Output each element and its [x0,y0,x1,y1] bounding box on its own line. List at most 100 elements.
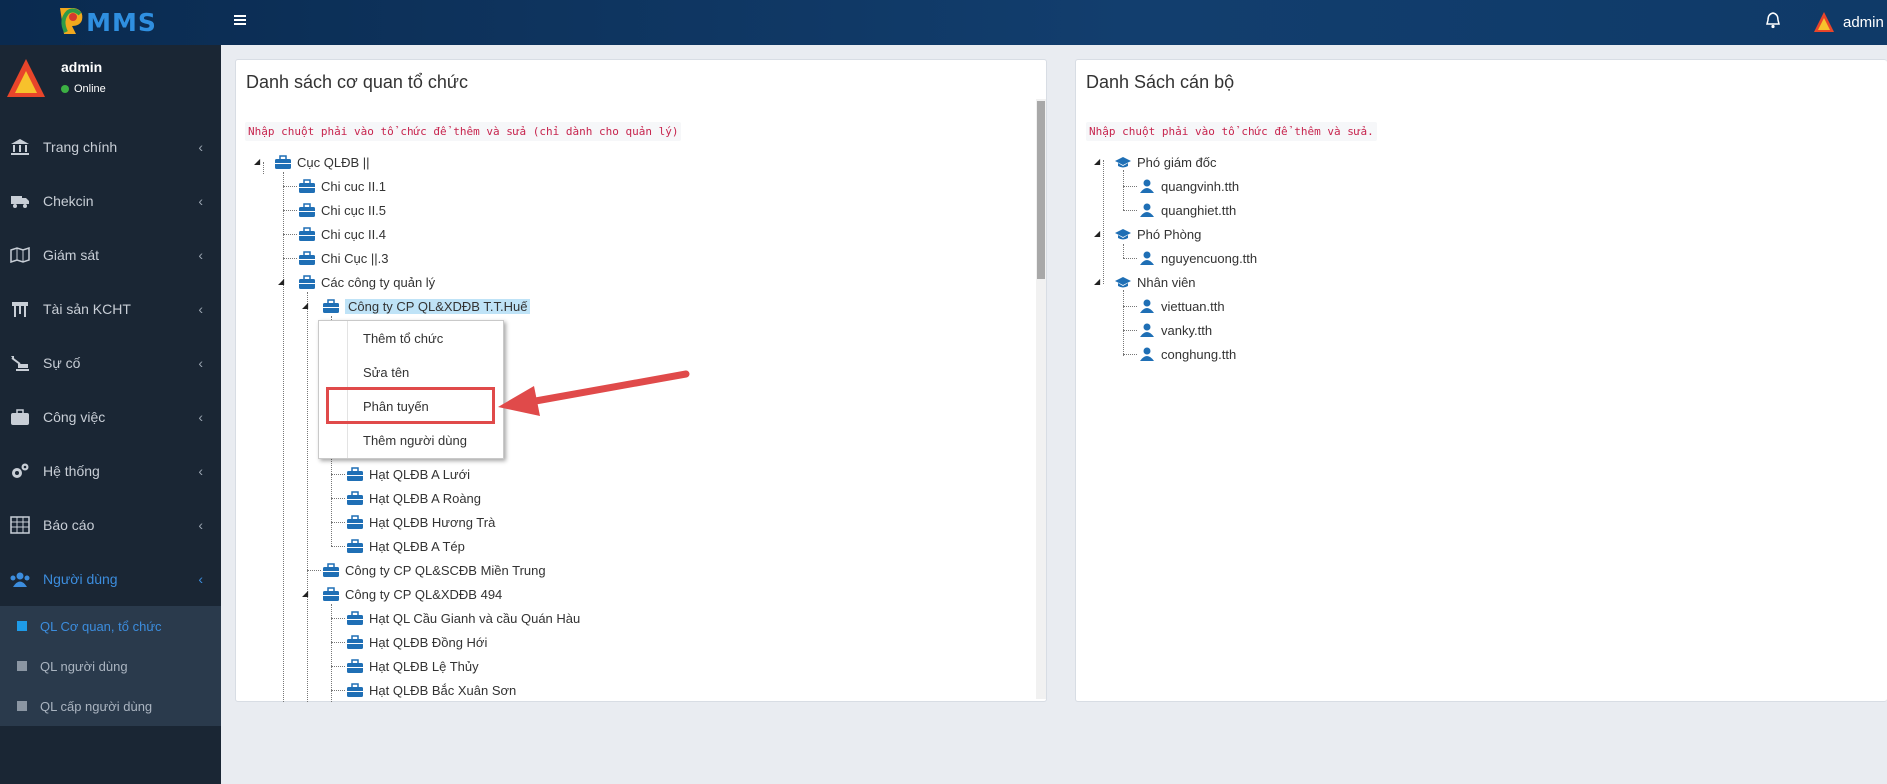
sidebar-user-panel: admin Online [0,45,221,120]
sidebar-item-su-co[interactable]: Sự cố ‹ [0,336,221,390]
sidebar-item-he-thong[interactable]: Hệ thống ‹ [0,444,221,498]
tree-node[interactable]: Chi cục II.5 [299,200,386,220]
briefcase-icon [299,227,315,241]
sidebar-item-trang-chinh[interactable]: Trang chính ‹ [0,120,221,174]
header-username: admin [1843,13,1884,31]
tree-collapse-toggle[interactable]: ◢ [1094,157,1103,166]
context-menu-add-user[interactable]: Thêm người dùng [363,431,467,451]
staff-group[interactable]: Phó Phòng [1115,224,1201,244]
tree-node[interactable]: Công ty CP QL&XDĐB 494 [323,584,502,604]
context-menu-add-org[interactable]: Thêm tổ chức [363,329,443,349]
briefcase-icon [347,539,363,553]
tree-node-selected[interactable]: Công ty CP QL&XDĐB T.T.Huế [323,296,531,316]
table-icon [9,515,31,535]
status-badge: Online [61,83,106,95]
tree-node[interactable]: Hạt QLĐB Đồng Hới [347,632,487,652]
tree-connector [331,474,345,475]
sidebar: admin Online Trang chính ‹ Chekcin ‹ Giá… [0,45,221,784]
tree-node-label: Công ty CP QL&XDĐB 494 [345,586,503,602]
staff-member-label: quanghiet.tth [1161,202,1237,218]
tree-node[interactable]: Hạt QLĐB Hương Trà [347,512,495,532]
tree-connector [1123,244,1124,258]
tree-node-label: Hạt QLĐB A Roàng [369,490,482,506]
sidebar-submenu: QL Cơ quan, tổ chức QL người dùng QL cấp… [0,606,221,726]
tree-connector [1123,258,1137,259]
tree-node-label: Hạt QLĐB A Tép [369,538,465,554]
tree-node-label: Hạt QLĐB Đồng Hới [369,634,488,650]
tree-node-label: Hạt QLĐB Hương Trà [369,514,496,530]
staff-member[interactable]: quangvinh.tth [1139,176,1239,196]
tree-node-label: Chi cục II.5 [321,202,387,218]
tree-connector [331,618,345,619]
tree-node[interactable]: Hạt QLĐB Lệ Thủy [347,656,479,676]
tree-node[interactable]: Hạt QLĐB A Roàng [347,488,481,508]
sidebar-item-giam-sat[interactable]: Giám sát ‹ [0,228,221,282]
tree-node-label: Cục QLĐB || [297,154,370,170]
tree-collapse-toggle[interactable]: ◢ [1094,277,1103,286]
chevron-left-icon: ‹ [198,139,203,155]
briefcase-icon [299,203,315,217]
sidebar-item-tai-san-kcht[interactable]: Tài sản KCHT ‹ [0,282,221,336]
tree-collapse-toggle[interactable]: ◢ [302,301,311,310]
sidebar-subitem-ql-co-quan[interactable]: QL Cơ quan, tổ chức [0,606,221,646]
tree-node-label: Công ty CP QL&SCĐB Miền Trung [345,562,546,578]
org-tree-scrollbar-thumb[interactable] [1037,101,1045,279]
tree-node[interactable]: Các công ty quản lý [299,272,435,292]
staff-member[interactable]: conghung.tth [1139,344,1236,364]
staff-member-label: quangvinh.tth [1161,178,1240,194]
app-logo[interactable]: MMS [0,0,221,45]
staff-member[interactable]: quanghiet.tth [1139,200,1236,220]
chevron-left-icon: ‹ [198,517,203,533]
tree-node[interactable]: Chi Cục ||.3 [299,248,388,268]
tree-node[interactable]: Hạt QLĐB A Tép [347,536,465,556]
tree-node[interactable]: Hạt QL Cầu Gianh và cầu Quán Hàu [347,608,580,628]
staff-panel-hint: Nhập chuột phải vào tổ chức để thêm và s… [1086,122,1377,141]
tree-collapse-toggle[interactable]: ◢ [278,277,287,286]
avatar [7,59,45,97]
chevron-left-icon: ‹ [198,247,203,263]
tree-node-root[interactable]: Cục QLĐB || [275,152,370,172]
top-bar: MMS admin [0,0,1887,45]
tree-node[interactable]: Công ty CP QL&SCĐB Miền Trung [323,560,546,580]
tree-connector [1123,330,1137,331]
tree-collapse-toggle[interactable]: ◢ [1094,229,1103,238]
context-menu-rename[interactable]: Sửa tên [363,363,409,383]
tree-connector [283,210,297,211]
tree-node[interactable]: Hạt QLĐB A Lưới [347,464,470,484]
tree-connector [1123,306,1137,307]
excavator-icon [9,353,31,373]
bell-icon[interactable] [1765,11,1785,31]
sidebar-item-label: Người dùng [43,571,118,587]
staff-member[interactable]: viettuan.tth [1139,296,1225,316]
staff-group[interactable]: Phó giám đốc [1115,152,1217,172]
sidebar-item-bao-cao[interactable]: Báo cáo ‹ [0,498,221,552]
square-bullet-icon [17,621,27,631]
staff-member[interactable]: nguyencuong.tth [1139,248,1257,268]
staff-member-label: nguyencuong.tth [1161,250,1258,266]
hamburger-menu-icon[interactable] [234,10,254,32]
tree-collapse-toggle[interactable]: ◢ [302,589,311,598]
tree-node[interactable]: Chi cục II.4 [299,224,386,244]
tree-node[interactable]: Chi cuc II.1 [299,176,386,196]
staff-member[interactable]: vanky.tth [1139,320,1212,340]
chevron-left-icon: ‹ [198,463,203,479]
sidebar-item-nguoi-dung[interactable]: Người dùng ‹ [0,552,221,606]
tree-node-label: Hạt QLĐB A Lưới [369,466,471,482]
tree-node-label: Chi cục II.4 [321,226,387,242]
tree-connector [283,258,297,259]
user-icon [1140,251,1154,265]
tree-node-label: Công ty CP QL&XDĐB T.T.Huế [345,298,531,314]
sidebar-subitem-ql-cap-nguoi-dung[interactable]: QL cấp người dùng [0,686,221,726]
tree-node[interactable]: Hạt QLĐB Bắc Xuân Sơn [347,680,516,700]
tree-collapse-toggle[interactable]: ◢ [254,157,263,166]
tree-connector [1123,170,1124,210]
sidebar-item-cong-viec[interactable]: Công việc ‹ [0,390,221,444]
header-user-menu[interactable]: admin [1813,8,1884,36]
sidebar-item-chekcin[interactable]: Chekcin ‹ [0,174,221,228]
truck-icon [9,191,31,211]
staff-group[interactable]: Nhân viên [1115,272,1196,292]
tree-node-label: Hạt QLĐB Lệ Thủy [369,658,479,674]
org-panel-title: Danh sách cơ quan tổ chức [246,72,468,92]
sidebar-subitem-ql-nguoi-dung[interactable]: QL người dùng [0,646,221,686]
briefcase-icon [347,659,363,673]
